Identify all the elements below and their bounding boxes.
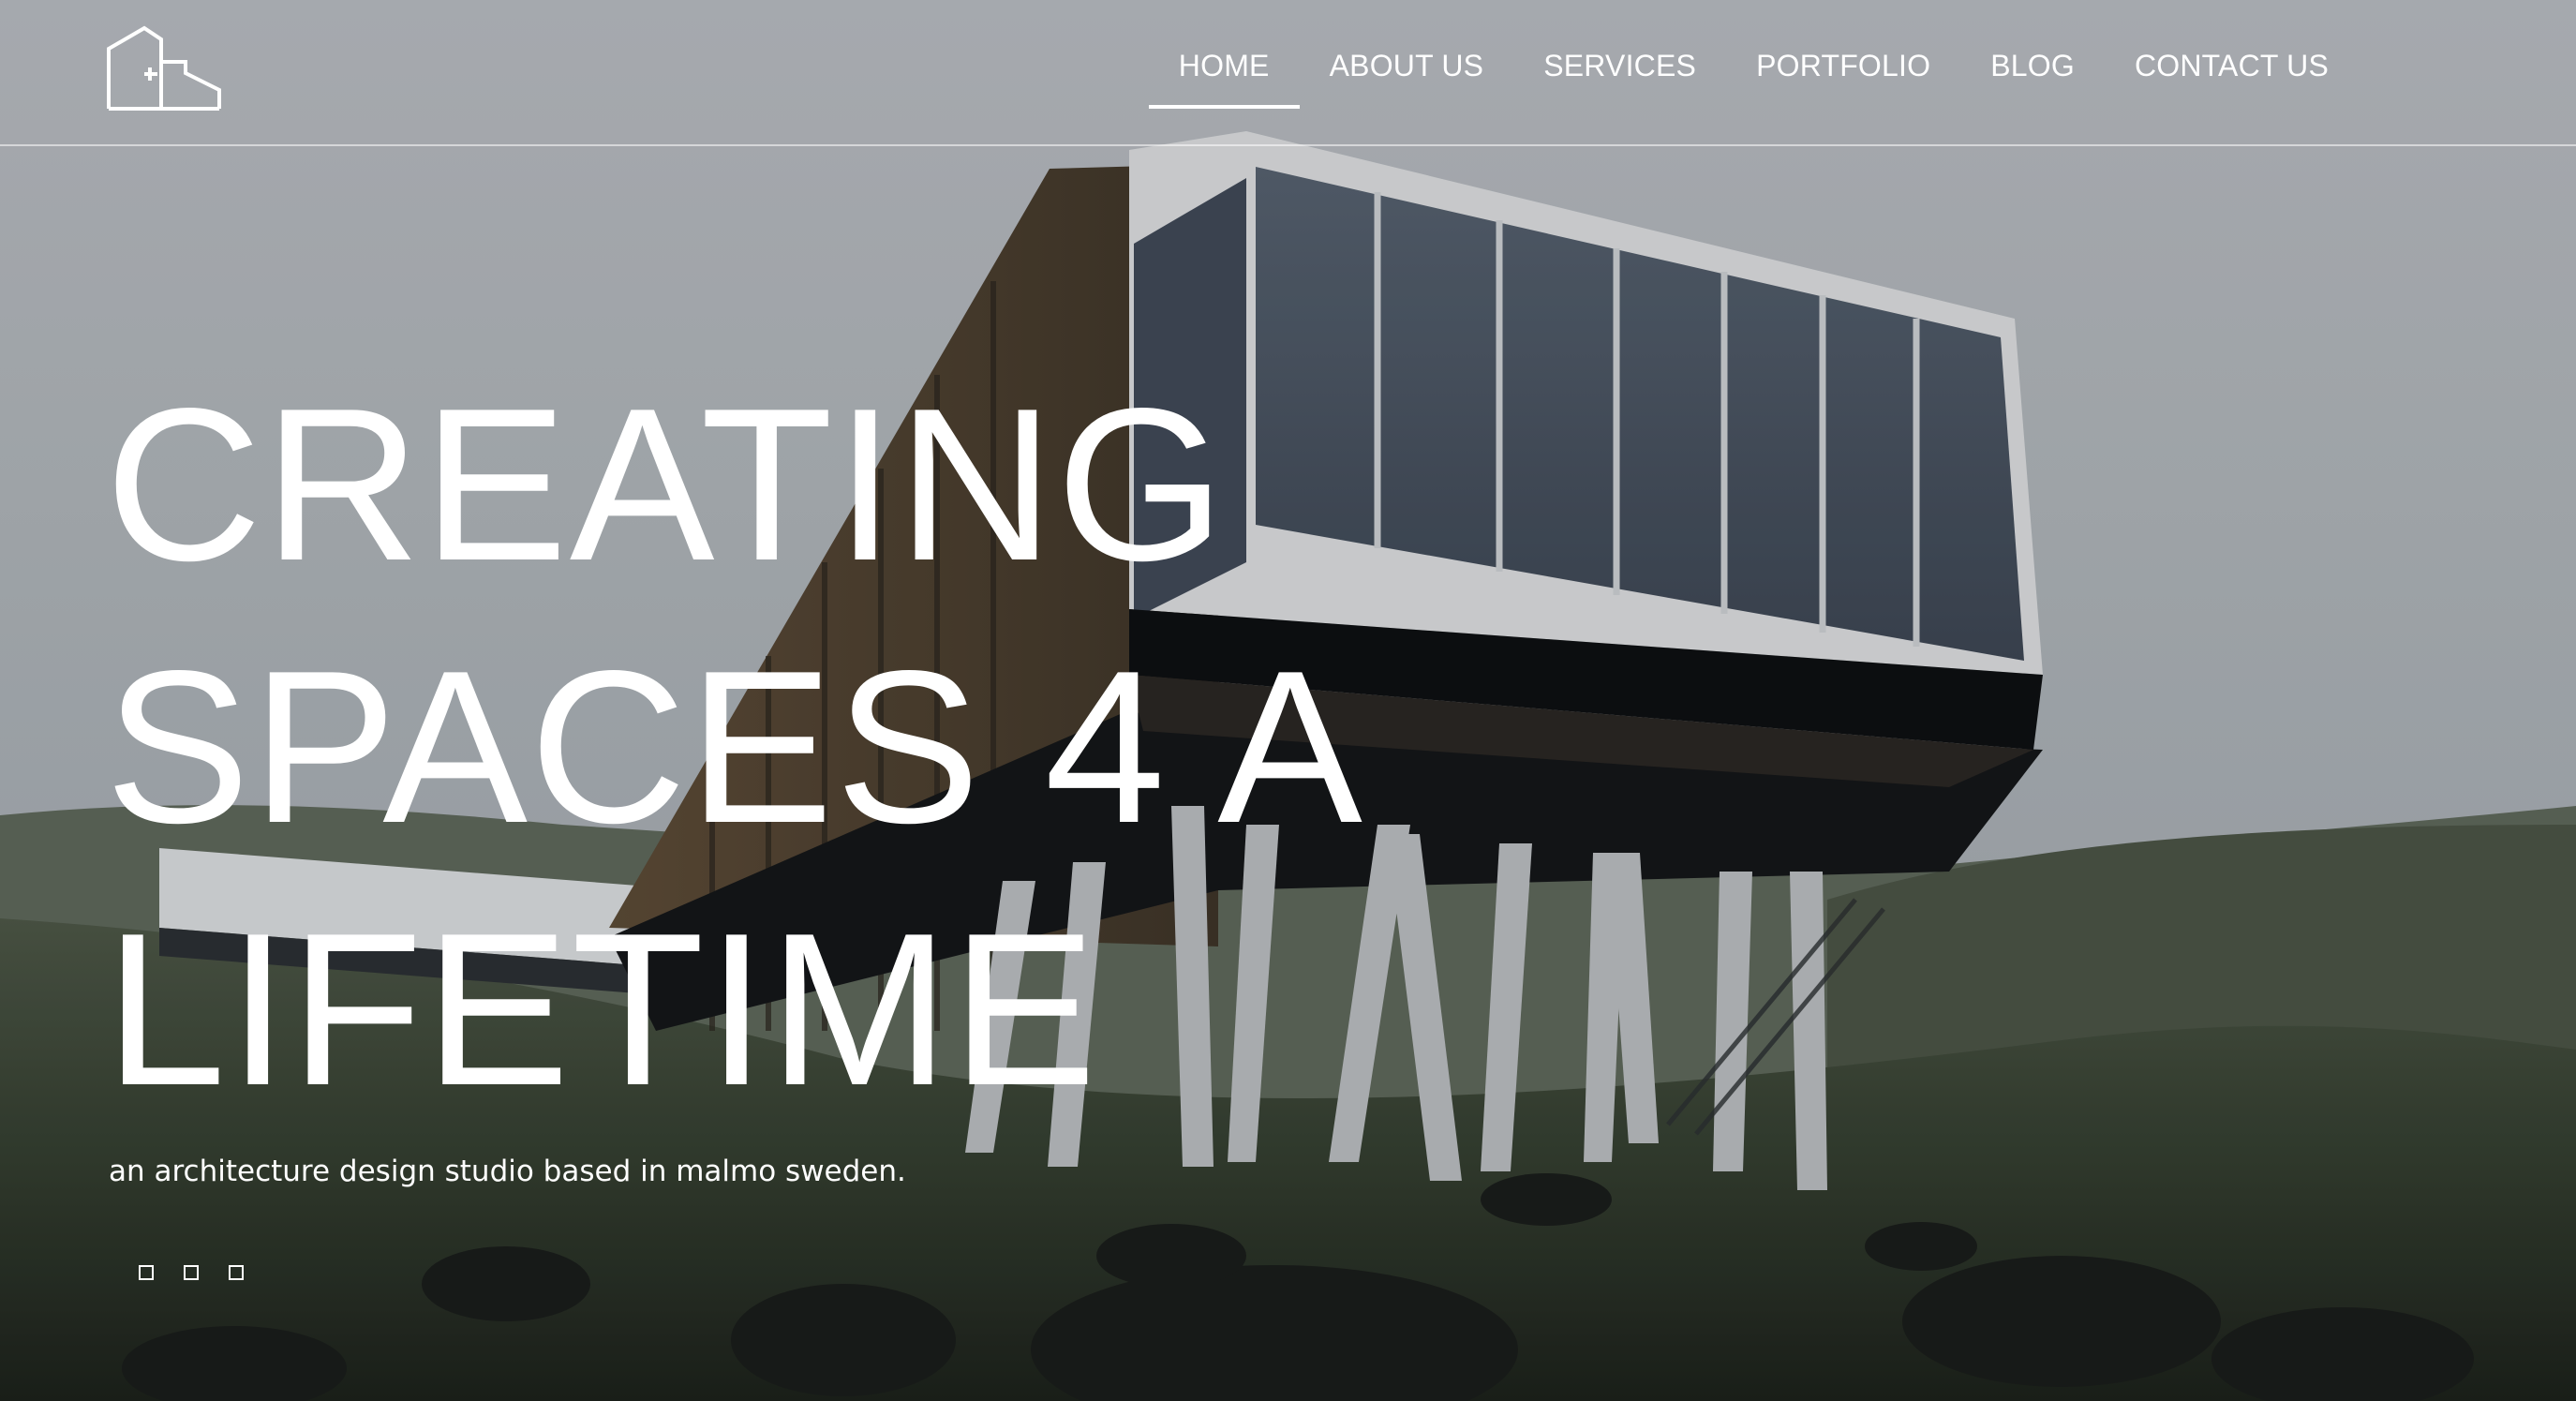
nav-portfolio[interactable]: PORTFOLIO xyxy=(1726,0,1960,146)
nav-services[interactable]: SERVICES xyxy=(1513,0,1726,146)
headline-line-1: CREATING xyxy=(105,364,1228,606)
building-outline-logo-icon[interactable] xyxy=(105,24,223,111)
nav-home[interactable]: HOME xyxy=(1148,0,1300,146)
hero-headline: CREATING SPACES 4 A LIFETIME xyxy=(105,354,1364,1141)
logo-mark xyxy=(107,25,221,111)
nav-contact-us[interactable]: CONTACT US xyxy=(2105,0,2359,146)
site-header: HOME ABOUT US SERVICES PORTFOLIO BLOG CO… xyxy=(0,0,2576,146)
main-nav: HOME ABOUT US SERVICES PORTFOLIO BLOG CO… xyxy=(1148,0,2359,146)
slide-dot-2[interactable] xyxy=(184,1265,199,1280)
headline-line-3: LIFETIME xyxy=(105,888,1099,1131)
slide-dot-1[interactable] xyxy=(139,1265,154,1280)
headline-line-2: SPACES 4 A xyxy=(105,626,1364,869)
slide-dot-3[interactable] xyxy=(229,1265,244,1280)
nav-blog[interactable]: BLOG xyxy=(1960,0,2105,146)
nav-about-us[interactable]: ABOUT US xyxy=(1300,0,1514,146)
slider-pagination xyxy=(139,1265,244,1280)
hero-tagline: an architecture design studio based in m… xyxy=(109,1155,906,1188)
